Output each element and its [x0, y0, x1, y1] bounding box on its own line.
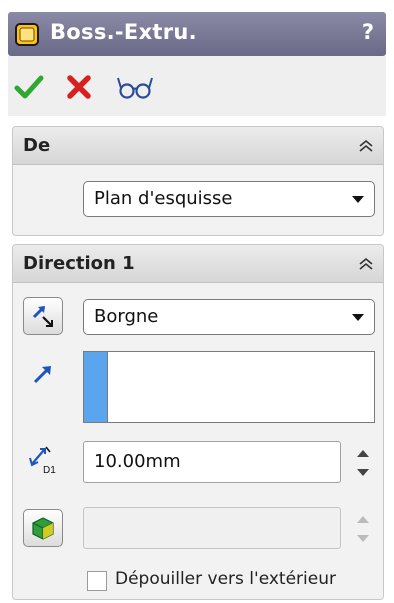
depth-dimension-icon: D1 — [23, 441, 63, 479]
collapse-chevron-icon[interactable] — [357, 137, 375, 155]
draft-angle-spinner[interactable] — [353, 507, 373, 551]
panel-title: Boss.-Extru. — [50, 20, 197, 44]
direction-selection-box[interactable] — [83, 351, 375, 423]
title-bar: Boss.-Extru. ? — [8, 12, 386, 56]
draft-outward-checkbox[interactable] — [87, 571, 107, 591]
preview-button[interactable] — [114, 70, 156, 104]
direction1-group: Direction 1 Borgne D1 10.00mm Dépouiller… — [12, 244, 384, 600]
collapse-chevron-icon[interactable] — [357, 255, 375, 273]
spin-up-icon — [357, 516, 369, 523]
boss-extrude-icon — [15, 23, 39, 46]
property-manager-panel: Boss.-Extru. ? De Plan d'esquisse Direct… — [8, 8, 386, 603]
svg-text:D1: D1 — [43, 465, 56, 476]
from-group-header[interactable]: De — [13, 127, 383, 165]
draft-outward-label: Dépouiller vers l'extérieur — [115, 569, 336, 589]
spin-down-icon — [357, 469, 369, 476]
depth-input[interactable]: 10.00mm — [83, 441, 341, 483]
depth-spinner[interactable] — [353, 441, 373, 485]
start-condition-dropdown[interactable]: Plan d'esquisse — [83, 181, 375, 217]
help-icon[interactable]: ? — [362, 20, 374, 44]
spin-up-icon — [357, 450, 369, 457]
draft-angle-input[interactable] — [83, 507, 341, 549]
ok-button[interactable] — [12, 70, 46, 104]
preview-glasses-icon — [117, 77, 153, 99]
end-condition-dropdown[interactable]: Borgne — [83, 299, 375, 335]
direction1-group-title: Direction 1 — [23, 253, 135, 274]
selection-highlight-stripe — [84, 352, 108, 422]
cancel-button[interactable] — [62, 70, 96, 104]
draft-icon — [32, 517, 54, 540]
end-condition-value: Borgne — [94, 306, 159, 327]
direction-vector-icon — [23, 355, 63, 393]
checkmark-icon — [14, 75, 44, 99]
action-bar — [8, 56, 386, 116]
dropdown-arrow-icon — [352, 314, 364, 321]
reverse-direction-button[interactable] — [23, 297, 63, 335]
cancel-x-icon — [67, 75, 91, 99]
direction1-group-header[interactable]: Direction 1 — [13, 245, 383, 283]
start-condition-value: Plan d'esquisse — [94, 188, 233, 209]
from-group: De Plan d'esquisse — [12, 126, 384, 236]
draft-toggle-button[interactable] — [23, 509, 63, 547]
depth-value: 10.00mm — [94, 451, 181, 472]
dropdown-arrow-icon — [352, 196, 364, 203]
spin-down-icon — [357, 535, 369, 542]
reverse-direction-icon — [32, 305, 53, 327]
from-group-title: De — [23, 135, 51, 156]
